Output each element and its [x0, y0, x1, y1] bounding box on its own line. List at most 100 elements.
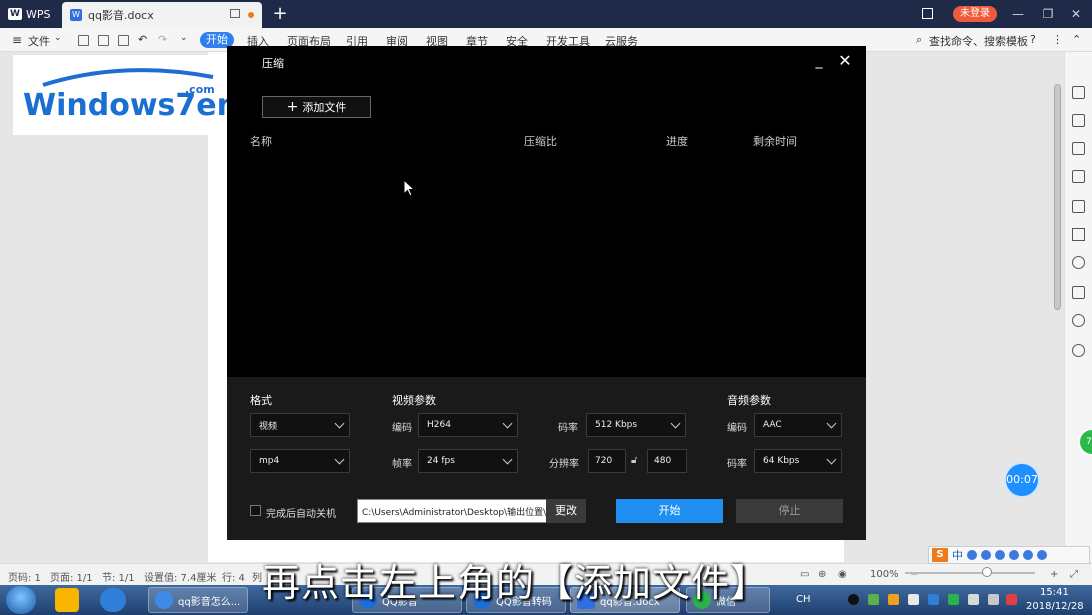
dialog-close-icon[interactable]: ✕: [838, 53, 852, 69]
ime-keyboard-icon[interactable]: [1009, 550, 1019, 560]
document-tab[interactable]: W qq影音.docx: [62, 2, 262, 28]
tray-app-icon[interactable]: [1006, 594, 1017, 605]
document-tool-icon[interactable]: [1072, 200, 1085, 213]
ime-skin-icon[interactable]: [1023, 550, 1033, 560]
login-button[interactable]: 未登录: [953, 6, 997, 22]
tab-window-icon[interactable]: [230, 9, 240, 18]
column-ratio[interactable]: 压缩比: [524, 133, 557, 149]
status-setting[interactable]: 设置值: 7.4厘米: [144, 569, 216, 584]
ime-punct-icon[interactable]: [967, 550, 977, 560]
start-button[interactable]: 开始: [616, 499, 723, 523]
status-page-num[interactable]: 页码: 1: [8, 569, 41, 584]
wps-home-tab[interactable]: W WPS: [0, 0, 62, 28]
eye-icon[interactable]: ◉: [838, 569, 847, 580]
zoom-in-icon[interactable]: +: [1050, 569, 1058, 580]
tray-app-icon[interactable]: [868, 594, 879, 605]
auto-shutdown-checkbox[interactable]: [250, 505, 261, 516]
help-icon[interactable]: ?: [1030, 33, 1036, 46]
scrollbar-thumb[interactable]: [1054, 84, 1061, 310]
ime-emoji-icon[interactable]: [981, 550, 991, 560]
add-file-button[interactable]: + 添加文件: [262, 96, 371, 118]
globe-icon[interactable]: ⊕: [818, 569, 826, 580]
zoom-out-icon[interactable]: −: [910, 569, 918, 580]
star-icon[interactable]: [1072, 228, 1085, 241]
sidebar-toggle-icon[interactable]: [922, 8, 933, 19]
video-bitrate-select[interactable]: 512 Kbps: [586, 413, 686, 437]
tray-app-icon[interactable]: [908, 594, 919, 605]
status-section[interactable]: 节: 1/1: [102, 569, 135, 584]
sogou-browser-icon: [155, 591, 173, 609]
lock-icon[interactable]: 🔓︎: [631, 455, 637, 466]
framerate-select[interactable]: 24 fps: [418, 449, 518, 473]
more-icon[interactable]: ⋮: [1052, 33, 1063, 46]
save-icon[interactable]: [78, 35, 89, 46]
format-type-select[interactable]: 视频: [250, 413, 350, 437]
output-path-input[interactable]: C:\Users\Administrator\Desktop\输出位置\: [357, 499, 547, 523]
change-path-button[interactable]: 更改: [546, 499, 586, 523]
ie-browser-icon[interactable]: [100, 588, 126, 612]
recording-timer[interactable]: 00:07: [1004, 462, 1040, 498]
column-remaining[interactable]: 剩余时间: [753, 133, 797, 149]
column-progress[interactable]: 进度: [666, 133, 688, 149]
search-commands[interactable]: 查找命令、搜索模板: [929, 33, 1028, 49]
resolution-width-input[interactable]: 720: [588, 449, 626, 473]
select-icon[interactable]: [1072, 114, 1085, 127]
search-icon[interactable]: ⌕: [916, 33, 922, 47]
customize-chevron-icon[interactable]: ⌄: [180, 33, 188, 43]
status-row[interactable]: 行: 4: [222, 569, 245, 584]
clock-date[interactable]: 2018/12/28: [1026, 601, 1084, 612]
audio-bitrate-select[interactable]: 64 Kbps: [754, 449, 842, 473]
status-pages[interactable]: 页面: 1/1: [50, 569, 93, 584]
new-tab-button[interactable]: +: [270, 4, 290, 24]
box-icon[interactable]: [1072, 286, 1085, 299]
format-type-value: 视频: [259, 421, 278, 432]
ime-toolbar[interactable]: S 中: [928, 546, 1090, 564]
collapse-icon[interactable]: ⌃: [1072, 33, 1081, 46]
ime-chinese-mode[interactable]: 中: [952, 547, 963, 563]
hamburger-icon[interactable]: ≡: [12, 33, 22, 47]
vertical-scrollbar[interactable]: [1052, 60, 1062, 560]
minimize-icon[interactable]: —: [1010, 6, 1026, 22]
close-icon[interactable]: ✕: [1068, 6, 1084, 22]
file-menu[interactable]: 文件: [28, 33, 50, 49]
zoom-level[interactable]: 100%: [870, 569, 899, 580]
shapes-icon[interactable]: [1072, 142, 1085, 155]
tray-app-icon[interactable]: [928, 594, 939, 605]
volume-icon[interactable]: [988, 594, 999, 605]
stop-button[interactable]: 停止: [736, 499, 843, 523]
dialog-minimize-icon[interactable]: _: [812, 54, 826, 70]
tray-app-icon[interactable]: [888, 594, 899, 605]
settings-slider-icon[interactable]: [1072, 170, 1085, 183]
undo-icon[interactable]: ↶: [138, 33, 147, 46]
status-col[interactable]: 列: [252, 569, 262, 584]
tray-app-icon[interactable]: [848, 594, 859, 605]
language-indicator[interactable]: CH: [796, 594, 811, 605]
maximize-icon[interactable]: ❐: [1040, 6, 1056, 22]
clock-time[interactable]: 15:41: [1040, 587, 1069, 598]
network-icon[interactable]: [968, 594, 979, 605]
format-container-select[interactable]: mp4: [250, 449, 350, 473]
audio-codec-value: AAC: [763, 420, 782, 430]
tray-app-icon[interactable]: [948, 594, 959, 605]
fit-page-icon[interactable]: ⤢: [1070, 569, 1078, 580]
zoom-slider[interactable]: [905, 572, 1035, 574]
chevron-down-icon[interactable]: ⌄: [54, 33, 62, 43]
app-launcher-icon[interactable]: [55, 588, 79, 612]
edit-icon[interactable]: [1072, 86, 1085, 99]
print-icon[interactable]: [98, 35, 109, 46]
ime-tools-icon[interactable]: [1037, 550, 1047, 560]
history-icon[interactable]: [1072, 314, 1085, 327]
taskbar-item-sogou[interactable]: qq影音怎么...: [148, 587, 248, 613]
audio-codec-select[interactable]: AAC: [754, 413, 842, 437]
print-preview-icon[interactable]: [118, 35, 129, 46]
column-name[interactable]: 名称: [250, 133, 272, 149]
help-circle-icon[interactable]: [1072, 344, 1085, 357]
ime-voice-icon[interactable]: [995, 550, 1005, 560]
zoom-slider-knob[interactable]: [982, 567, 992, 577]
share-icon[interactable]: [1072, 256, 1085, 269]
resolution-height-input[interactable]: 480: [647, 449, 687, 473]
web-layout-icon[interactable]: ▭: [800, 569, 809, 580]
redo-icon[interactable]: ↷: [158, 33, 167, 46]
windows-start-icon[interactable]: [6, 586, 36, 614]
video-codec-select[interactable]: H264: [418, 413, 518, 437]
